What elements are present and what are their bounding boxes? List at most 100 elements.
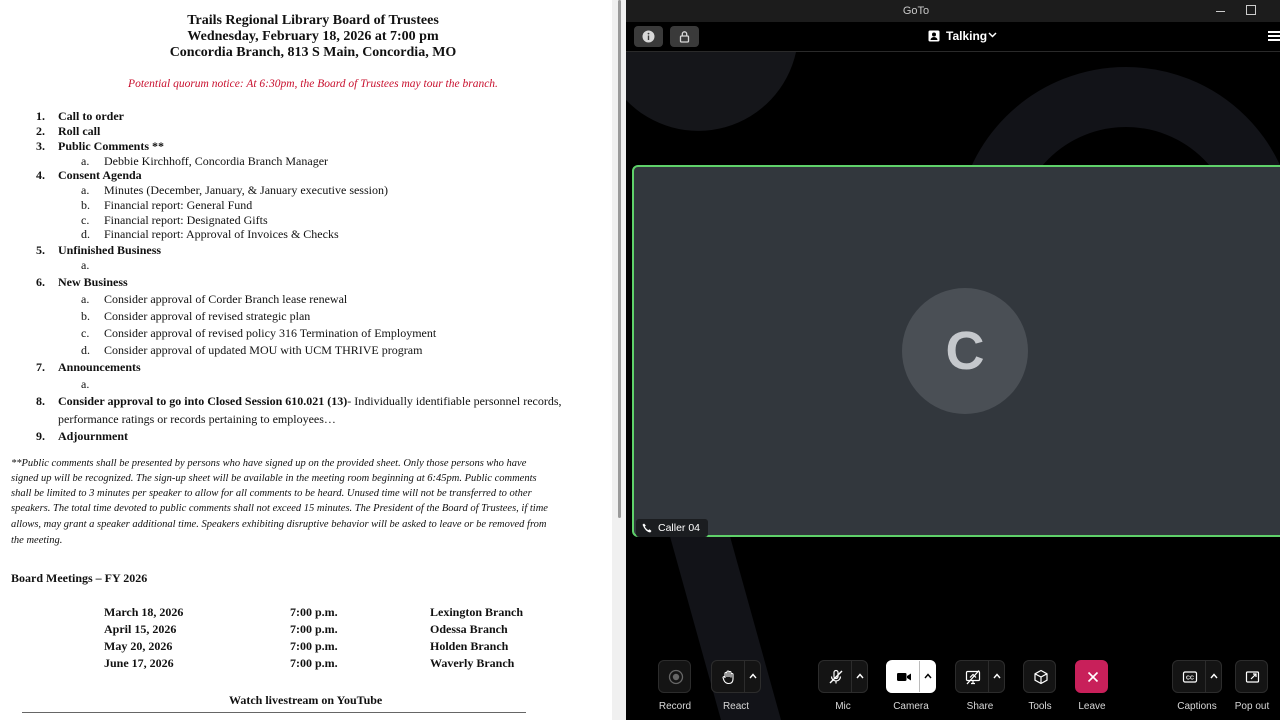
agenda-item-consent-agenda: Consent Agenda — [58, 168, 142, 182]
raise-hand-icon — [722, 670, 734, 685]
talking-indicator[interactable]: Talking — [946, 29, 987, 43]
sub-letter: a. — [81, 154, 90, 168]
tools-label: Tools — [1028, 701, 1052, 712]
caller-name-tag: Caller 04 — [636, 519, 709, 537]
caller-name: Caller 04 — [658, 522, 701, 534]
agenda-num: 8. — [36, 394, 45, 408]
closed-session-bold: Consider approval to go into Closed Sess… — [58, 394, 348, 408]
video-camera-icon — [897, 673, 911, 681]
chevron-up-icon — [1210, 673, 1218, 679]
participant-video-tile[interactable]: C Caller 04 — [632, 165, 1280, 537]
sub-letter: a. — [81, 377, 90, 391]
share-label: Share — [966, 701, 994, 712]
scrollbar-thumb[interactable] — [618, 0, 621, 518]
sub-item: Consider approval of revised policy 316 … — [104, 326, 437, 340]
tools-button[interactable] — [1023, 660, 1056, 693]
sub-letter: a. — [81, 258, 90, 272]
lock-icon — [679, 31, 690, 43]
chevron-up-icon — [924, 673, 932, 679]
footnote-line: the meeting. — [11, 535, 63, 546]
minimize-button[interactable] — [1214, 2, 1228, 20]
doc-title-line-3: Concordia Branch, 813 S Main, Concordia,… — [169, 45, 457, 60]
chevron-up-icon — [856, 673, 864, 679]
doc-title-line-1: Trails Regional Library Board of Trustee… — [187, 13, 439, 28]
screen-share-off-icon — [965, 670, 981, 685]
camera-options-toggle[interactable] — [919, 661, 935, 692]
pop-out-button[interactable] — [1235, 660, 1268, 693]
mic-button[interactable] — [818, 660, 868, 693]
camera-button[interactable] — [886, 660, 936, 693]
sub-letter: d. — [81, 343, 90, 357]
meeting-location: Waverly Branch — [430, 656, 515, 670]
sub-item: Consider approval of updated MOU with UC… — [104, 343, 423, 357]
document-scrollbar[interactable] — [612, 0, 626, 720]
sub-letter: d. — [81, 227, 90, 241]
title-bar: GoTo — [626, 0, 1280, 22]
agenda-item-adjournment: Adjournment — [58, 429, 129, 443]
closed-session-line-2: performance ratings or records pertainin… — [58, 412, 336, 426]
mic-options-toggle[interactable] — [851, 661, 867, 692]
agenda-document: Trails Regional Library Board of Trustee… — [0, 0, 612, 720]
agenda-num: 7. — [36, 360, 45, 374]
meeting-lock-button[interactable] — [670, 26, 699, 47]
agenda-item-roll-call: Roll call — [58, 124, 101, 138]
agenda-item-announcements: Announcements — [58, 360, 141, 374]
agenda-num: 4. — [36, 168, 45, 182]
livestream-link[interactable]: Watch livestream on YouTube — [229, 693, 382, 708]
page-divider — [22, 712, 526, 713]
pop-out-icon — [1245, 671, 1260, 683]
meeting-location: Odessa Branch — [430, 622, 508, 636]
footnote-line: **Public comments shall be presented by … — [11, 458, 527, 469]
share-button[interactable] — [955, 660, 1005, 693]
caller-avatar: C — [902, 288, 1028, 414]
hamburger-menu-icon[interactable] — [1268, 31, 1280, 41]
maximize-button[interactable] — [1246, 5, 1256, 15]
chevron-down-icon[interactable] — [988, 32, 997, 38]
agenda-num: 2. — [36, 124, 45, 138]
sub-letter: a. — [81, 292, 90, 306]
pop-out-label: Pop out — [1234, 701, 1270, 712]
react-options-toggle[interactable] — [744, 661, 760, 692]
agenda-num: 1. — [36, 109, 45, 123]
meeting-date: March 18, 2026 — [104, 605, 184, 619]
cube-icon — [1034, 669, 1048, 685]
footnote-line: speakers. The total time devoted to publ… — [11, 503, 548, 514]
meeting-date: May 20, 2026 — [104, 639, 173, 653]
meeting-time: 7:00 p.m. — [290, 639, 338, 653]
meeting-location: Holden Branch — [430, 639, 509, 653]
footnote-line: shall be limited to 3 minutes per speake… — [11, 488, 532, 499]
sub-letter: c. — [81, 326, 90, 340]
footnote-line: allows, may grant a speaker additional t… — [11, 519, 547, 530]
meeting-info-button[interactable] — [634, 26, 663, 47]
sub-item: Financial report: General Fund — [104, 198, 253, 212]
info-icon — [642, 30, 655, 43]
sub-letter: b. — [81, 309, 90, 323]
react-button[interactable] — [711, 660, 761, 693]
chevron-up-icon — [993, 673, 1001, 679]
meeting-date: June 17, 2026 — [104, 656, 174, 670]
record-button[interactable] — [658, 660, 691, 693]
meeting-location: Lexington Branch — [430, 605, 524, 619]
camera-label: Camera — [893, 701, 929, 712]
sub-item: Debbie Kirchhoff, Concordia Branch Manag… — [104, 154, 329, 168]
footnote-line: signed up will be recognized. The sign-u… — [11, 473, 537, 484]
closed-session-rest: - Individually identifiable personnel re… — [347, 394, 562, 408]
captions-button[interactable]: CC — [1172, 660, 1222, 693]
sub-letter: c. — [81, 213, 90, 227]
contact-card-icon — [928, 30, 940, 42]
agenda-item-public-comments: Public Comments ** — [58, 139, 164, 153]
leave-button[interactable] — [1075, 660, 1108, 693]
agenda-num: 3. — [36, 139, 45, 153]
svg-text:CC: CC — [1186, 676, 1194, 682]
captions-options-toggle[interactable] — [1205, 661, 1221, 692]
leave-label: Leave — [1078, 701, 1106, 712]
phone-icon — [642, 523, 652, 533]
meeting-time: 7:00 p.m. — [290, 605, 338, 619]
share-options-toggle[interactable] — [988, 661, 1004, 692]
captions-label: Captions — [1177, 701, 1217, 712]
agenda-item-unfinished-business: Unfinished Business — [58, 243, 162, 257]
agenda-item-new-business: New Business — [58, 275, 128, 289]
mic-label: Mic — [835, 701, 851, 712]
quorum-notice: Potential quorum notice: At 6:30pm, the … — [128, 78, 498, 90]
goto-window: GoTo Talking C Caller 04 Record React Mi… — [626, 0, 1280, 720]
